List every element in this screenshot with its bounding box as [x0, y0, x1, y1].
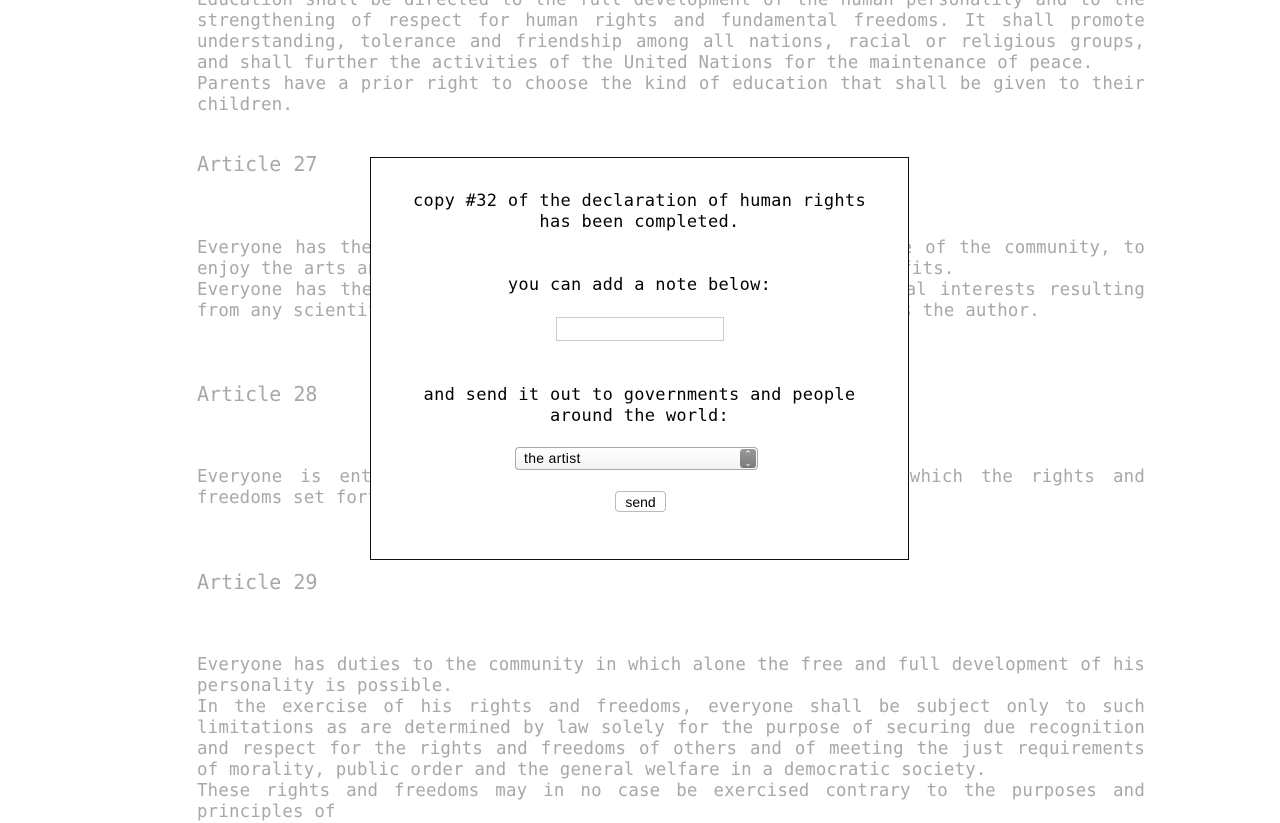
paragraph: Everyone has duties to the community in …: [197, 655, 1145, 696]
paragraph: In the exercise of his rights and freedo…: [197, 697, 1145, 780]
article-29-body: Everyone has duties to the community in …: [197, 655, 1145, 823]
paragraph: Education shall be directed to the full …: [197, 0, 1145, 73]
article-28-title: Article 28: [197, 382, 318, 406]
article-26-tail: Education shall be directed to the full …: [197, 0, 1145, 116]
recipient-selected-value: the artist: [524, 450, 581, 466]
completed-message: copy #32 of the declaration of human rig…: [413, 191, 866, 232]
article-29-title: Article 29: [197, 570, 318, 594]
note-prompt: you can add a note below:: [507, 275, 772, 295]
select-stepper-icon: ⌃ ⌄: [740, 449, 756, 468]
article-27-title: Article 27: [197, 152, 318, 176]
send-prompt: and send it out to governments and peopl…: [423, 385, 856, 426]
note-input[interactable]: [556, 317, 724, 341]
send-button[interactable]: send: [615, 491, 666, 512]
paragraph: These rights and freedoms may in no case…: [197, 781, 1145, 822]
completion-dialog: copy #32 of the declaration of human rig…: [370, 157, 909, 560]
paragraph: Parents have a prior right to choose the…: [197, 74, 1145, 115]
recipient-select[interactable]: the artist ⌃ ⌄: [515, 447, 758, 470]
